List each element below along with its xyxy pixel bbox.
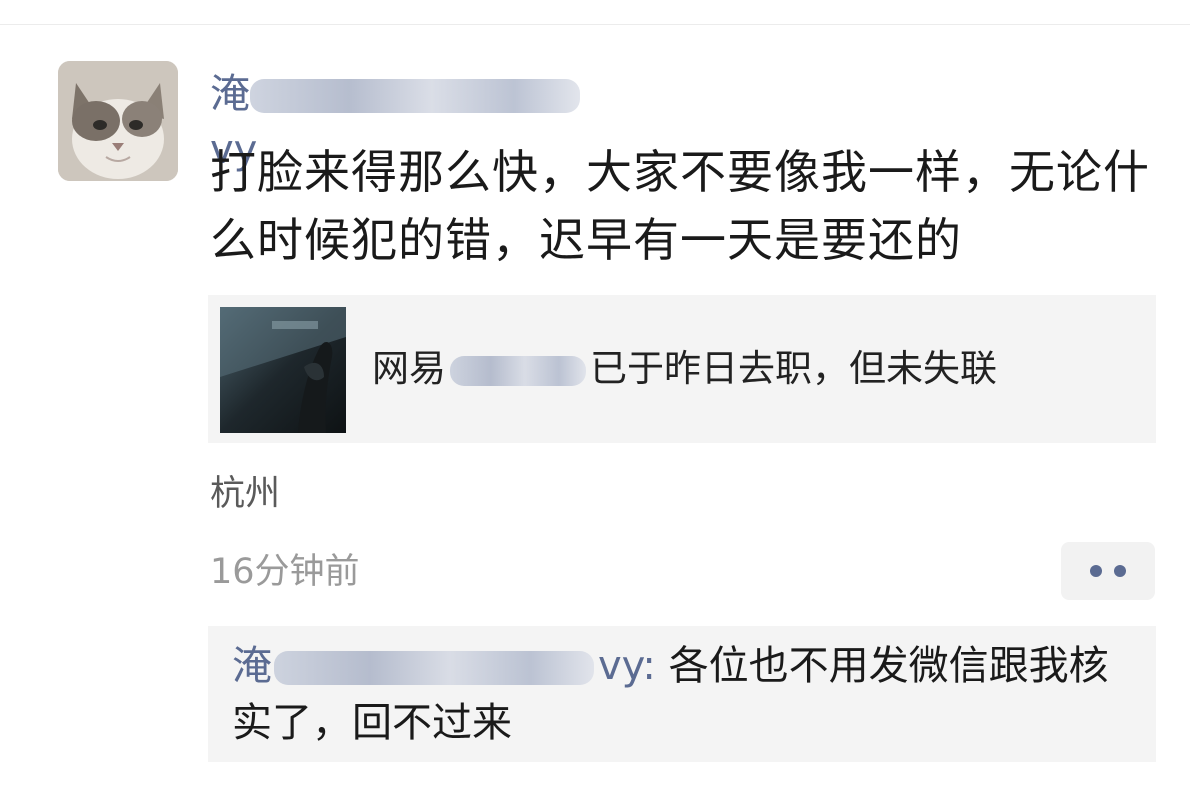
link-title-suffix: 已于昨日去职，但未失联 xyxy=(590,347,997,390)
comment-section: 淹 vy: 各位也不用发微信跟我核实了，回不过来 xyxy=(208,626,1156,762)
more-dots-icon xyxy=(1090,565,1102,577)
comment-author[interactable]: 淹 vy: xyxy=(232,643,656,689)
author-avatar[interactable] xyxy=(58,61,178,181)
nickname-visible-prefix: 淹 xyxy=(210,71,250,117)
post-location[interactable]: 杭州 xyxy=(210,470,280,518)
shared-link-card[interactable]: 网易 已于昨日去职，但未失联 xyxy=(208,295,1156,443)
redacted-blur xyxy=(250,79,580,113)
comment-author-suffix: vy: xyxy=(598,643,656,689)
more-dots-icon xyxy=(1114,565,1126,577)
post-text: 打脸来得那么快，大家不要像我一样，无论什么时候犯的错，迟早有一天是要还的 xyxy=(210,145,1150,267)
more-actions-button[interactable] xyxy=(1061,542,1155,600)
redacted-blur xyxy=(450,355,586,386)
link-thumbnail-image xyxy=(220,307,346,433)
link-title: 网易 已于昨日去职，但未失联 xyxy=(372,343,997,395)
link-title-prefix: 网易 xyxy=(372,347,446,390)
cat-avatar-image xyxy=(58,61,178,181)
author-nickname[interactable]: 淹vy xyxy=(210,66,610,173)
redacted-blur xyxy=(274,651,594,685)
comment-author-prefix: 淹 xyxy=(232,643,272,689)
post-timestamp: 16分钟前 xyxy=(210,552,360,592)
comment-item[interactable]: 淹 vy: 各位也不用发微信跟我核实了，回不过来 xyxy=(232,638,1142,752)
top-divider xyxy=(0,24,1190,25)
link-thumbnail xyxy=(220,307,346,433)
